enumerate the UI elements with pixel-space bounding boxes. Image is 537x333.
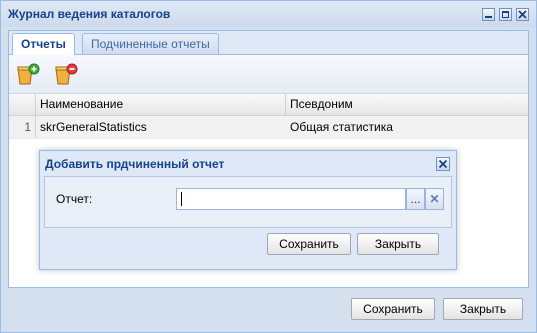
row-number: 1 xyxy=(9,116,36,138)
footer-close-button[interactable]: Закрыть xyxy=(443,298,523,320)
remove-report-icon xyxy=(55,63,78,85)
tab-reports-label: Отчеты xyxy=(21,37,66,51)
add-report-button[interactable] xyxy=(15,63,41,87)
close-icon[interactable] xyxy=(516,8,529,21)
add-subreport-dialog: Добавить прдчиненный отчет Отчет: ... ✕ … xyxy=(39,150,457,270)
tab-sub-reports[interactable]: Подчиненные отчеты xyxy=(82,33,219,54)
footer-save-button[interactable]: Сохранить xyxy=(351,298,435,320)
table-row[interactable]: 1 skrGeneralStatistics Общая статистика xyxy=(9,116,528,139)
maximize-icon[interactable] xyxy=(499,8,512,21)
window-titlebar[interactable]: Журнал ведения каталогов xyxy=(1,1,536,27)
tab-sub-reports-label: Подчиненные отчеты xyxy=(91,37,210,51)
tab-reports[interactable]: Отчеты xyxy=(12,33,75,55)
column-header-name[interactable]: Наименование xyxy=(36,94,286,115)
dialog-title: Добавить прдчиненный отчет xyxy=(45,157,225,171)
grid-toolbar xyxy=(9,55,528,94)
add-report-icon xyxy=(17,63,40,85)
lookup-button[interactable]: ... xyxy=(406,188,425,210)
report-field[interactable] xyxy=(176,188,406,210)
rownum-header xyxy=(9,94,36,115)
dialog-close-button[interactable]: Закрыть xyxy=(357,233,439,255)
column-header-alias[interactable]: Псевдоним xyxy=(286,94,528,115)
grid-header: Наименование Псевдоним xyxy=(9,94,528,116)
window-title: Журнал ведения каталогов xyxy=(8,7,171,21)
minimize-icon[interactable] xyxy=(482,8,495,21)
cell-name[interactable]: skrGeneralStatistics xyxy=(36,116,286,138)
clear-field-button[interactable]: ✕ xyxy=(425,188,444,210)
remove-report-button[interactable] xyxy=(53,63,79,87)
dialog-save-button[interactable]: Сохранить xyxy=(267,233,351,255)
tab-strip: Отчеты Подчиненные отчеты xyxy=(9,31,528,55)
dialog-close-icon[interactable] xyxy=(436,157,450,171)
report-field-label: Отчет: xyxy=(56,192,93,206)
text-caret xyxy=(181,192,182,206)
cell-alias[interactable]: Общая статистика xyxy=(286,116,528,138)
dialog-form: Отчет: ... ✕ xyxy=(44,176,452,228)
